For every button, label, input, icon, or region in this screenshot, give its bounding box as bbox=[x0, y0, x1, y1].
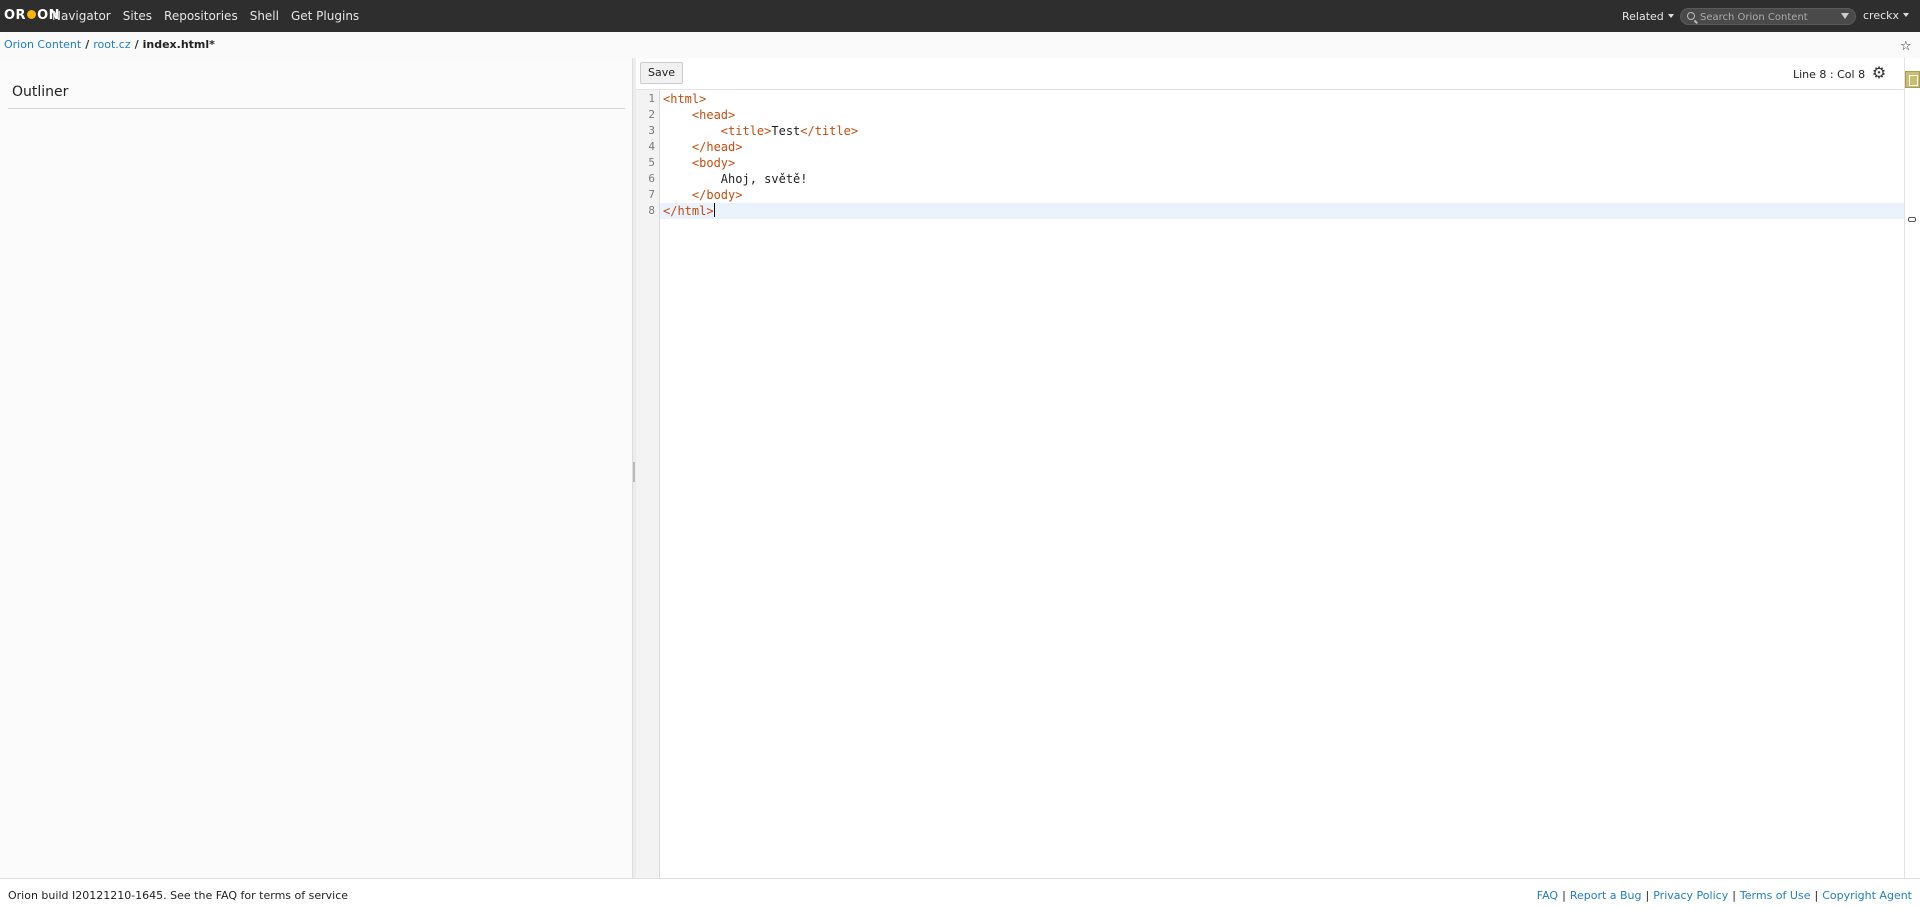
save-button[interactable]: Save bbox=[640, 62, 684, 84]
nav-navigator[interactable]: Navigator bbox=[52, 9, 111, 23]
chevron-down-icon bbox=[1667, 14, 1674, 18]
search-icon bbox=[1687, 12, 1695, 20]
code-tag-token: <html> bbox=[663, 92, 707, 106]
code-tag-token: </html> bbox=[663, 204, 714, 218]
footer-link-report-bug[interactable]: Report a Bug bbox=[1570, 889, 1642, 902]
star-icon[interactable]: ☆ bbox=[1900, 40, 1912, 53]
footer-link-terms[interactable]: Terms of Use bbox=[1740, 889, 1811, 902]
code-line[interactable]: <body> bbox=[660, 155, 1904, 171]
code-line[interactable]: Ahoj, světě! bbox=[660, 171, 1904, 187]
line-number: 6 bbox=[648, 172, 655, 185]
search-box bbox=[1680, 8, 1856, 25]
breadcrumb-separator: / bbox=[134, 38, 139, 51]
code-line[interactable]: <html> bbox=[660, 91, 1904, 107]
footer-link-faq[interactable]: FAQ bbox=[1537, 889, 1558, 902]
text-cursor bbox=[713, 203, 715, 217]
editor-toolbar: Save Line 8 : Col 8 ⚙ bbox=[636, 58, 1904, 90]
code-tag-token: </body> bbox=[691, 188, 743, 202]
ruler-position-marker[interactable] bbox=[1908, 217, 1916, 222]
search-options-dropdown-icon[interactable] bbox=[1841, 13, 1849, 19]
overview-ruler bbox=[1904, 58, 1920, 878]
outliner-title: Outliner bbox=[12, 84, 69, 100]
user-menu[interactable]: creckx bbox=[1863, 9, 1910, 22]
cursor-position-status: Line 8 : Col 8 bbox=[1793, 68, 1866, 81]
code-line[interactable]: <title>Test</title> bbox=[660, 123, 1904, 139]
line-number: 5 bbox=[648, 156, 655, 169]
logo-dot-icon bbox=[27, 10, 37, 19]
code-text-token: Ahoj, světě! bbox=[720, 172, 808, 186]
breadcrumb: Orion Content / root.cz / index.html* bbox=[4, 38, 215, 52]
nav-shell[interactable]: Shell bbox=[250, 9, 279, 23]
outliner-panel: Outliner bbox=[0, 58, 632, 878]
footer-link-privacy[interactable]: Privacy Policy bbox=[1653, 889, 1728, 902]
line-number: 7 bbox=[648, 188, 655, 201]
outliner-divider bbox=[8, 108, 625, 109]
line-number: 8 bbox=[648, 204, 655, 217]
code-line[interactable]: <head> bbox=[660, 107, 1904, 123]
splitter-grip-icon[interactable] bbox=[633, 462, 635, 482]
code-tag-token: </head> bbox=[691, 140, 743, 154]
code-tag-token: </title> bbox=[800, 124, 859, 138]
build-info: Orion build I20121210-1645. See the FAQ … bbox=[8, 889, 349, 902]
top-navigation-bar: OR ON Navigator Sites Repositories Shell … bbox=[0, 0, 1920, 32]
breadcrumb-current-file: index.html* bbox=[142, 38, 215, 51]
code-line[interactable]: </body> bbox=[660, 187, 1904, 203]
nav-repositories[interactable]: Repositories bbox=[164, 9, 238, 23]
code-editor: Save Line 8 : Col 8 ⚙ 1 2 3 4 5 6 7 8 <html> <h… bbox=[636, 58, 1904, 878]
breadcrumb-folder[interactable]: root.cz bbox=[93, 38, 130, 51]
code-line[interactable]: </head> bbox=[660, 139, 1904, 155]
gear-icon[interactable]: ⚙ bbox=[1870, 64, 1888, 82]
line-number: 3 bbox=[648, 124, 655, 137]
code-tag-token: <body> bbox=[691, 156, 736, 170]
chevron-down-icon bbox=[1903, 13, 1910, 17]
footer: Orion build I20121210-1645. See the FAQ … bbox=[0, 878, 1920, 909]
breadcrumb-root[interactable]: Orion Content bbox=[4, 38, 81, 51]
search-input[interactable] bbox=[1700, 10, 1835, 24]
footer-link-copyright-agent[interactable]: Copyright Agent bbox=[1822, 889, 1912, 902]
code-text-area[interactable]: <html> <head> <title>Test</title> </head… bbox=[660, 90, 1904, 878]
line-number: 4 bbox=[648, 140, 655, 153]
related-label: Related bbox=[1622, 10, 1664, 23]
main-nav: Navigator Sites Repositories Shell Get P… bbox=[52, 9, 371, 23]
code-tag-token: <head> bbox=[691, 108, 736, 122]
related-menu[interactable]: Related bbox=[1622, 10, 1674, 23]
user-name: creckx bbox=[1863, 9, 1900, 22]
code-tag-token: <title> bbox=[720, 124, 772, 138]
footer-links: FAQ | Report a Bug | Privacy Policy | Terms of… bbox=[1536, 889, 1912, 902]
line-number: 2 bbox=[648, 108, 655, 121]
breadcrumb-separator: / bbox=[85, 38, 90, 51]
code-line[interactable]: </html> bbox=[660, 203, 1904, 219]
line-number-gutter: 1 2 3 4 5 6 7 8 bbox=[636, 90, 660, 878]
code-text-token: Test bbox=[771, 124, 801, 138]
agent-icon[interactable] bbox=[1905, 71, 1920, 88]
line-number: 1 bbox=[648, 92, 655, 105]
nav-sites[interactable]: Sites bbox=[123, 9, 152, 23]
nav-get-plugins[interactable]: Get Plugins bbox=[291, 9, 359, 23]
